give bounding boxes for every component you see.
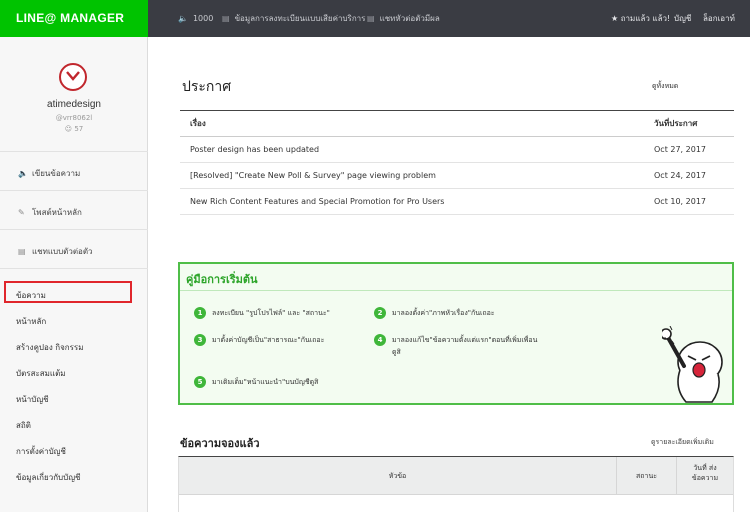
step-text: มาลองแก้ไข"ข้อความตั้งแต่แรก"ตอนที่เพิ่ม…: [392, 336, 538, 344]
announcement-date: Oct 10, 2017: [654, 197, 706, 206]
table-row[interactable]: New Rich Content Features and Special Pr…: [180, 189, 734, 215]
chevron-down-icon: [66, 71, 80, 81]
sidebar-item-label: เขียนข้อความ: [32, 169, 81, 178]
sidebar-item-rewards[interactable]: บัตรสะสมแต้ม: [16, 367, 66, 380]
sidebar-item-post[interactable]: ✎ โพสต์หน้าหลัก: [18, 206, 82, 219]
account-id: @vrr8062l: [55, 114, 93, 122]
sidebar-item-settings[interactable]: การตั้งค่าบัญชี: [16, 445, 66, 458]
follower-count-value: 57: [74, 125, 84, 133]
column-header-date: วันที่ประกาศ: [654, 119, 698, 128]
table-row[interactable]: Poster design has been updated Oct 27, 2…: [180, 137, 734, 163]
column-header-subject: หัวข้อ: [388, 472, 407, 480]
guide-step-3[interactable]: 3 มาตั้งค่าบัญชีเป็น"สาธารณะ"กันเถอะ: [194, 334, 324, 346]
step-number: 3: [194, 334, 206, 346]
table-header: หัวข้อ สถานะ วันที่ ส่ง ข้อความ: [179, 457, 733, 495]
register-info-label: ข้อมูลการลงทะเบียนแบบเสียค่าบริการ: [234, 14, 366, 23]
top-bar: LINE@ MANAGER 🔈 1000 ▤ ข้อมูลการลงทะเบียนแ…: [0, 0, 750, 37]
step-number: 5: [194, 376, 206, 388]
speaker-icon: 🔈: [178, 14, 188, 23]
announcement-subject[interactable]: [Resolved] "Create New Poll & Survey" pa…: [190, 163, 436, 189]
scheduled-title: ข้อความจองแล้ว: [180, 437, 260, 450]
divider: [0, 190, 148, 191]
follower-count: ☺ 57: [0, 125, 148, 133]
announcement-date: Oct 24, 2017: [654, 171, 706, 180]
megaphone-icon: 🔈: [18, 169, 28, 178]
step-text: มาตั้งค่าบัญชีเป็น"สาธารณะ"กันเถอะ: [212, 336, 325, 344]
chat-status-label: แชทหัวต่อตัวมีผล: [379, 14, 440, 23]
announcement-subject[interactable]: Poster design has been updated: [190, 137, 319, 163]
divider: [0, 151, 148, 152]
step-text: ลงทะเบียน "รูปโปรไฟล์" และ "สถานะ": [212, 309, 330, 317]
guide-step-1[interactable]: 1 ลงทะเบียน "รูปโปรไฟล์" และ "สถานะ": [194, 307, 330, 319]
logout-link[interactable]: ล็อกเอาท์: [703, 0, 735, 37]
table-header: เรื่อง วันที่ประกาศ: [180, 111, 734, 137]
column-header-send-date-line1: วันที่ ส่ง: [693, 464, 717, 472]
page-title: ประกาศ: [182, 79, 232, 95]
step-number: 1: [194, 307, 206, 319]
chat-status-link[interactable]: ▤ แชทหัวต่อตัวมีผล: [367, 0, 440, 37]
view-more-link[interactable]: ดูรายละเอียดเพิ่มเติม: [651, 437, 714, 448]
table-row[interactable]: [Resolved] "Create New Poll & Survey" pa…: [180, 163, 734, 189]
sidebar-item-chat[interactable]: ▤ แชทแบบตัวต่อตัว: [18, 245, 93, 258]
guide-step-4[interactable]: 4 มาลองแก้ไข"ข้อความตั้งแต่แรก"ตอนที่เพิ่…: [374, 334, 537, 358]
divider: [0, 229, 148, 230]
step-text-line2: ดูสิ: [392, 348, 401, 356]
see-all-link[interactable]: ดูทั้งหมด: [652, 81, 678, 92]
sidebar-item-compose[interactable]: 🔈 เขียนข้อความ: [18, 167, 80, 180]
sidebar-item-coupons[interactable]: สร้างคูปอง กิจกรรม: [16, 341, 84, 354]
sidebar-item-messages[interactable]: ข้อความ: [16, 289, 46, 302]
account-name: atimedesign: [47, 99, 101, 110]
step-number: 4: [374, 334, 386, 346]
divider: [180, 290, 732, 291]
message-count-value: 1000: [192, 14, 214, 23]
person-icon: ☺: [64, 125, 73, 133]
chat-icon: ▤: [18, 247, 26, 256]
column-header-send-date: วันที่ ส่ง ข้อความ: [677, 463, 733, 483]
sidebar-item-statistics[interactable]: สถิติ: [16, 419, 31, 432]
sidebar-item-account-page[interactable]: หน้าบัญชี: [16, 393, 49, 406]
account-link[interactable]: บัญชี: [674, 0, 691, 37]
column-header-send-date-line2: ข้อความ: [691, 474, 719, 482]
divider: [0, 268, 148, 269]
user-menu[interactable]: ★ ถามแล้ว แล้ว!: [611, 0, 670, 37]
avatar[interactable]: [59, 63, 87, 91]
edit-icon: ✎: [18, 208, 25, 217]
guide-step-5[interactable]: 5 มาเติมเต็ม"หน้าแนะนำ"บนบัญชีดูสิ: [194, 376, 318, 388]
announcement-subject[interactable]: New Rich Content Features and Special Pr…: [190, 189, 444, 215]
guide-title: คู่มือการเริ่มต้น: [186, 273, 258, 286]
step-text: มาลองตั้งค่า"ภาพหัวเรื่อง"กันเถอะ: [392, 309, 495, 317]
sidebar-item-home[interactable]: หน้าหลัก: [16, 315, 46, 328]
scheduled-table: หัวข้อ สถานะ วันที่ ส่ง ข้อความ: [178, 456, 734, 512]
column-header-status: สถานะ: [636, 472, 657, 480]
sidebar-item-label: แชทแบบตัวต่อตัว: [32, 247, 93, 256]
step-text: มาเติมเต็ม"หน้าแนะนำ"บนบัญชีดูสิ: [212, 378, 319, 386]
guide-step-2[interactable]: 2 มาลองตั้งค่า"ภาพหัวเรื่อง"กันเถอะ: [374, 307, 495, 319]
document-icon: ▤: [222, 14, 230, 23]
step-number: 2: [374, 307, 386, 319]
column-header-subject: เรื่อง: [190, 119, 206, 128]
getting-started-guide: คู่มือการเริ่มต้น 1 ลงทะเบียน "รูปโปรไฟล์…: [178, 262, 734, 405]
register-info-link[interactable]: ▤ ข้อมูลการลงทะเบียนแบบเสียค่าบริการ: [222, 0, 365, 37]
brand-logo[interactable]: LINE@ MANAGER: [0, 0, 148, 37]
sidebar-item-account-info[interactable]: ข้อมูลเกี่ยวกับบัญชี: [16, 471, 80, 484]
message-count[interactable]: 🔈 1000: [178, 0, 213, 37]
mascot-illustration: [662, 326, 723, 403]
sidebar-item-label: โพสต์หน้าหลัก: [32, 208, 82, 217]
announcements-table: เรื่อง วันที่ประกาศ Poster design has be…: [180, 110, 734, 215]
announcement-date: Oct 27, 2017: [654, 145, 706, 154]
chat-icon: ▤: [367, 14, 375, 23]
sidebar: atimedesign @vrr8062l ☺ 57 🔈 เขียนข้อความ…: [0, 37, 148, 512]
